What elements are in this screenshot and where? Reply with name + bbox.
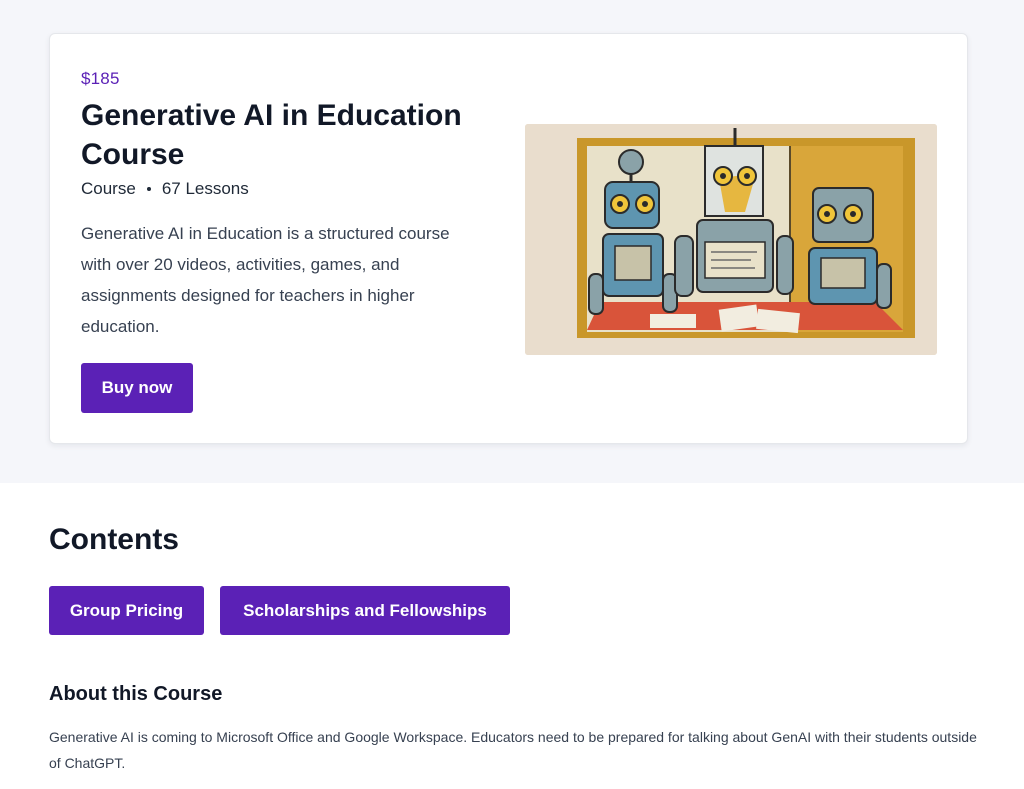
course-type: Course xyxy=(81,179,136,198)
group-pricing-button[interactable]: Group Pricing xyxy=(49,586,204,635)
robots-illustration xyxy=(525,124,937,355)
course-description: Generative AI in Education is a structur… xyxy=(81,224,450,336)
course-card: $185 Generative AI in Education Course C… xyxy=(49,33,968,444)
contents-heading: Contents xyxy=(49,523,179,556)
lesson-count: 67 Lessons xyxy=(161,179,249,198)
course-price: $185 xyxy=(81,69,120,88)
about-heading: About this Course xyxy=(49,683,223,705)
separator-dot xyxy=(146,187,151,191)
course-meta: Course 67 Lessons xyxy=(81,179,249,199)
scholarships-button[interactable]: Scholarships and Fellowships xyxy=(220,586,510,635)
buy-now-button[interactable]: Buy now xyxy=(81,363,193,413)
course-title: Generative AI in Education Course xyxy=(81,99,462,171)
about-text: Generative AI is coming to Microsoft Off… xyxy=(49,729,977,771)
